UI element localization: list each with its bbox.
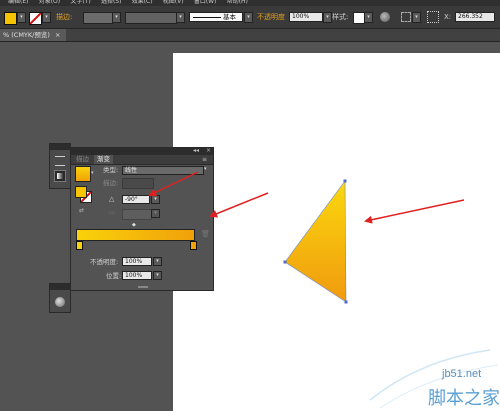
fill-indicator-swatch[interactable] <box>75 186 87 198</box>
annotation-arrow-shape <box>364 199 465 224</box>
watermark: jb51.net 脚本之家 <box>360 340 500 411</box>
watermark-name: 脚本之家 <box>428 388 500 409</box>
annotation-arrow-panel <box>209 192 269 218</box>
annotation-arrow-angle <box>148 171 199 197</box>
watermark-site: jb51.net <box>442 368 482 380</box>
